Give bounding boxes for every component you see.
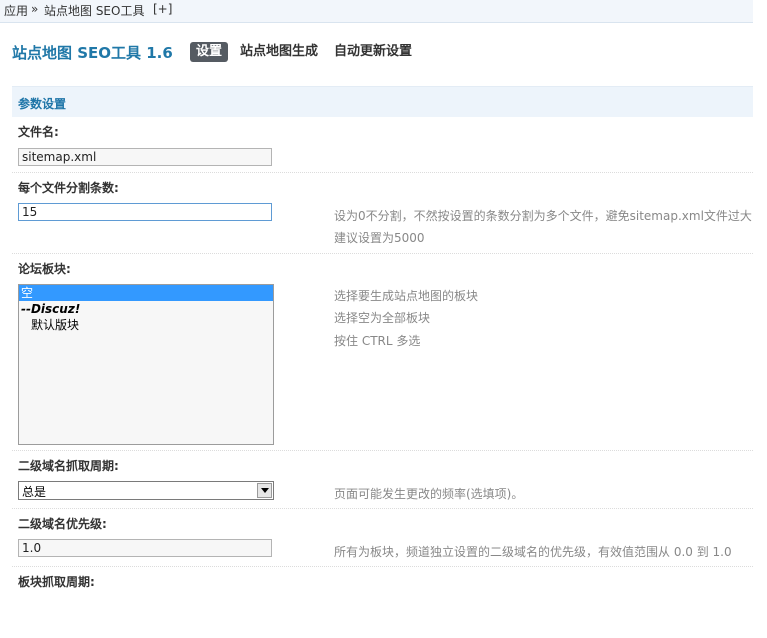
forums-label: 论坛板块: — [18, 262, 71, 276]
subdomain-freq-value: 总是 — [22, 485, 47, 499]
row-divider — [12, 253, 753, 254]
breadcrumb-separator: » — [31, 2, 39, 16]
row-divider — [12, 172, 753, 173]
breadcrumb-add-button[interactable]: [+] — [153, 2, 172, 16]
split-count-label: 每个文件分割条数: — [18, 181, 119, 195]
breadcrumb-current: 站点地图 SEO工具 — [44, 4, 145, 18]
forum-option-default[interactable]: 默认版块 — [19, 317, 273, 333]
forum-freq-label: 板块抓取周期: — [18, 575, 95, 589]
row-divider — [12, 566, 753, 567]
forums-help-line1: 选择要生成站点地图的板块 — [334, 289, 479, 303]
subdomain-freq-help: 页面可能发生更改的频率(选填项)。 — [334, 487, 524, 501]
forums-help-line3: 按住 CTRL 多选 — [334, 334, 421, 348]
page-title: 站点地图 SEO工具 1.6 — [12, 44, 173, 62]
split-count-input[interactable] — [18, 203, 272, 221]
app-header: 站点地图 SEO工具 1.6 设置 站点地图生成 自动更新设置 — [0, 28, 753, 78]
subdomain-priority-help: 所有为板块，频道独立设置的二级域名的优先级，有效值范围从 0.0 到 1.0 — [334, 545, 732, 559]
forum-option-empty[interactable]: 空 — [19, 285, 273, 301]
forums-help-line2: 选择空为全部板块 — [334, 311, 431, 325]
tab-settings[interactable]: 设置 — [190, 42, 229, 62]
filename-input[interactable] — [18, 148, 272, 166]
section-header: 参数设置 — [12, 86, 753, 117]
subdomain-freq-select[interactable]: 总是 — [18, 481, 274, 500]
breadcrumb: 应用 » 站点地图 SEO工具 [+] — [0, 0, 753, 23]
split-count-help-line2: 建议设置为5000 — [334, 231, 425, 245]
section-title: 参数设置 — [18, 97, 67, 111]
subdomain-freq-label: 二级域名抓取周期: — [18, 459, 119, 473]
subdomain-priority-label: 二级域名优先级: — [18, 517, 107, 531]
subdomain-priority-input[interactable] — [18, 539, 272, 557]
tab-sitemap-generate[interactable]: 站点地图生成 — [240, 42, 318, 62]
split-count-help-line1: 设为0不分割，不然按设置的条数分割为多个文件，避免sitemap.xml文件过大 — [334, 209, 752, 223]
breadcrumb-root-link[interactable]: 应用 — [4, 2, 28, 19]
forums-listbox[interactable]: 空 --Discuz! 默认版块 — [18, 284, 274, 445]
chevron-down-icon[interactable] — [257, 483, 272, 498]
forum-option-group[interactable]: --Discuz! — [19, 301, 273, 317]
row-divider — [12, 450, 753, 451]
row-divider — [12, 508, 753, 509]
filename-label: 文件名: — [18, 125, 59, 139]
tab-auto-update-settings[interactable]: 自动更新设置 — [334, 42, 412, 62]
